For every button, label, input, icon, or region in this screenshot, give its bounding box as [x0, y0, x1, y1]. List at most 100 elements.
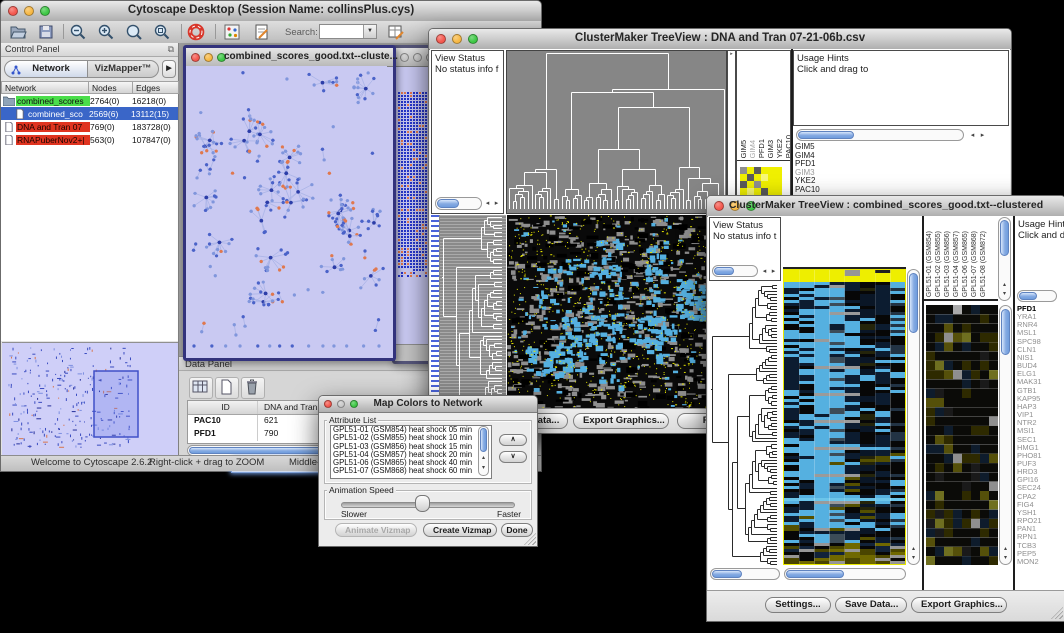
table-row[interactable]: combined_scores 2764(0) 16218(0): [1, 94, 178, 107]
help-lifesaver-icon[interactable]: [187, 23, 205, 41]
export-graphics-button[interactable]: Export Graphics...: [573, 413, 669, 429]
gene-label[interactable]: MON2: [1015, 558, 1064, 566]
tab-vizmapper[interactable]: VizMapper™: [87, 60, 159, 78]
table-edit-icon[interactable]: [387, 23, 405, 41]
column-label[interactable]: GPL51-02 (GSM855): [934, 231, 943, 297]
network-grid-canvas[interactable]: [397, 90, 429, 280]
birdseye-view-icon[interactable]: [223, 23, 241, 41]
usage-hints-hscrollbar[interactable]: [796, 129, 964, 141]
column-header-id[interactable]: ID: [188, 401, 258, 414]
column-label[interactable]: GIM4: [748, 140, 757, 158]
resize-grip[interactable]: [1051, 607, 1063, 619]
scroll-right-icon[interactable]: ▸: [978, 131, 987, 140]
scrollbar-thumb[interactable]: [1000, 220, 1009, 256]
scroll-left-icon[interactable]: ◂: [483, 199, 492, 208]
row-dendrogram-canvas[interactable]: [709, 283, 781, 566]
scrollbar-thumb[interactable]: [480, 428, 487, 452]
close-button[interactable]: [400, 53, 409, 62]
column-names-vscrollbar[interactable]: ▴ ▾: [998, 217, 1011, 301]
table-row-selected[interactable]: combined_sco 2569(6) 13112(15): [1, 107, 178, 120]
search-input[interactable]: ▼: [319, 24, 377, 39]
scroll-up-icon[interactable]: ▴: [479, 454, 488, 463]
scroll-right-icon[interactable]: ▸: [769, 267, 778, 276]
chevron-down-icon[interactable]: ▼: [363, 25, 376, 38]
network-view-canvas[interactable]: [186, 66, 387, 352]
zoom-out-icon[interactable]: [69, 23, 87, 41]
row-label[interactable]: GIM4: [793, 152, 1009, 161]
scroll-right-icon[interactable]: ▸: [492, 199, 501, 208]
open-file-icon[interactable]: [9, 23, 27, 41]
move-down-button[interactable]: ∨: [499, 451, 527, 463]
dendrogram-hscrollbar[interactable]: [710, 568, 780, 580]
table-row[interactable]: DNA and Tran 07 769(0) 183728(0): [1, 120, 178, 133]
view-status-hscrollbar[interactable]: [712, 265, 758, 277]
table-row[interactable]: RNAPuberNov2+| 563(0) 107847(0): [1, 133, 178, 146]
birdseye-view-canvas[interactable]: [2, 342, 178, 455]
scrollbar-thumb[interactable]: [1001, 309, 1010, 355]
column-label[interactable]: GIM3: [766, 140, 775, 158]
column-header-edges[interactable]: Edges: [133, 81, 179, 94]
network-window-titlebar[interactable]: combined_scores_good.txt--cluste...: [186, 48, 393, 67]
treeview2-titlebar[interactable]: ClusterMaker TreeView : combined_scores_…: [707, 196, 1064, 217]
row-label[interactable]: PAC10: [793, 186, 1009, 195]
annotation-icon[interactable]: [253, 23, 271, 41]
selection-zoom-heatmap[interactable]: [926, 305, 998, 565]
scrollbar-thumb[interactable]: [798, 131, 854, 139]
column-label[interactable]: YKE2: [775, 139, 784, 158]
column-dendrogram-area[interactable]: [783, 217, 906, 269]
minimize-button[interactable]: [413, 53, 422, 62]
selection-marks-strip[interactable]: [431, 215, 440, 409]
usage-hints-hscrollbar[interactable]: [1017, 290, 1057, 302]
column-label[interactable]: GPL51-07 (GSM868): [970, 231, 979, 297]
column-header-network[interactable]: Network: [1, 81, 89, 94]
scroll-down-icon[interactable]: ▾: [1001, 554, 1010, 563]
new-attribute-icon[interactable]: [215, 377, 239, 399]
animate-vizmap-button[interactable]: Animate Vizmap: [335, 523, 417, 537]
column-label[interactable]: PAC10: [784, 135, 791, 158]
row-label[interactable]: YKE2: [793, 177, 1009, 186]
scrollbar-thumb[interactable]: [1019, 292, 1037, 300]
heatmap-vscrollbar[interactable]: ▴ ▾: [907, 269, 920, 565]
scrollbar-thumb[interactable]: [909, 273, 918, 333]
attribute-select-icon[interactable]: [189, 377, 213, 399]
dialog-titlebar[interactable]: Map Colors to Network: [319, 396, 537, 413]
scroll-down-icon[interactable]: ▾: [479, 464, 488, 473]
zoom-in-icon[interactable]: [97, 23, 115, 41]
scroll-down-icon[interactable]: ▾: [1000, 290, 1009, 299]
column-label[interactable]: PFD1: [757, 139, 766, 158]
scroll-up-icon[interactable]: ▴: [909, 545, 918, 554]
column-header-nodes[interactable]: Nodes: [89, 81, 133, 94]
scroll-left-icon[interactable]: ◂: [968, 131, 977, 140]
column-label[interactable]: GIM5: [739, 140, 748, 158]
scrollbar-thumb[interactable]: [714, 267, 734, 275]
scrollbar-thumb[interactable]: [437, 199, 459, 208]
export-graphics-button[interactable]: Export Graphics...: [911, 597, 1007, 613]
scroll-up-icon[interactable]: ▴: [1001, 545, 1010, 554]
zoom-fit-icon[interactable]: [153, 23, 171, 41]
row-label[interactable]: PFD1: [793, 160, 1009, 169]
settings-button[interactable]: Settings...: [765, 597, 831, 613]
heatmap-canvas[interactable]: [783, 269, 906, 565]
column-label[interactable]: GPL51-08 (GSM872): [979, 231, 988, 297]
tab-network[interactable]: Network: [4, 60, 88, 78]
minimize-button[interactable]: [204, 53, 213, 62]
view-status-hscrollbar[interactable]: [435, 197, 482, 210]
row-dendrogram-canvas[interactable]: [440, 215, 506, 409]
scroll-up-icon[interactable]: ▴: [1000, 281, 1009, 290]
float-panel-icon[interactable]: ⧉: [168, 44, 174, 55]
attribute-list-item[interactable]: GPL51-07 (GSM868) heat shock 60 min: [331, 467, 491, 475]
row-label[interactable]: GIM3: [793, 169, 1009, 178]
main-titlebar[interactable]: Cytoscape Desktop (Session Name: collins…: [1, 1, 541, 22]
treeview1-titlebar[interactable]: ClusterMaker TreeView : DNA and Tran 07-…: [429, 29, 1011, 50]
zoom-heatmap-vscrollbar[interactable]: ▴ ▾: [999, 305, 1012, 565]
delete-attribute-icon[interactable]: [241, 377, 265, 399]
heatmap-canvas[interactable]: [507, 215, 713, 409]
scroll-left-icon[interactable]: ◂: [760, 267, 769, 276]
done-button[interactable]: Done: [501, 523, 533, 537]
column-dendrogram-canvas[interactable]: [506, 50, 727, 214]
scrollbar-thumb[interactable]: [786, 570, 844, 578]
move-up-button[interactable]: ∧: [499, 434, 527, 446]
zoom-selected-icon[interactable]: [125, 23, 143, 41]
attribute-list[interactable]: GPL51-01 (GSM854) heat shock 05 minGPL51…: [330, 425, 492, 479]
row-label[interactable]: GIM5: [793, 143, 1009, 152]
